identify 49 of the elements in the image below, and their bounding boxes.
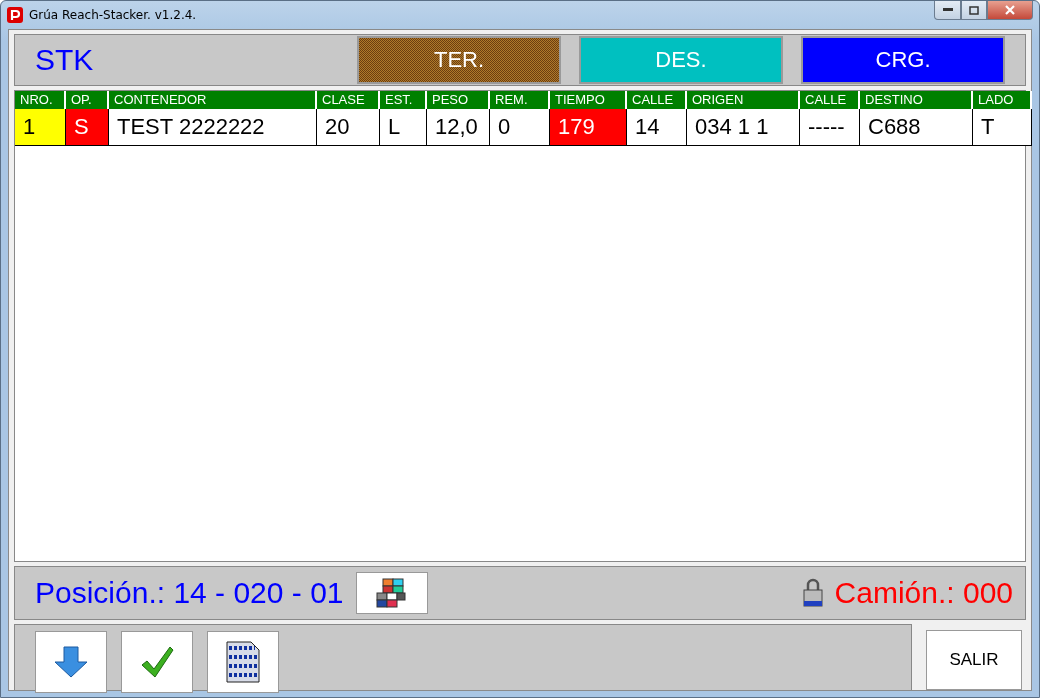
column-header: REM.: [490, 91, 550, 109]
column-header: ORIGEN: [687, 91, 800, 109]
mode-label: STK: [35, 43, 95, 77]
table-cell: 179: [550, 109, 627, 146]
table-cell: C688: [860, 109, 973, 146]
down-arrow-icon: [54, 646, 88, 678]
minimize-icon: [942, 8, 953, 12]
truck-label: Camión.: 000: [834, 576, 1013, 610]
maximize-icon: [969, 5, 979, 15]
table-cell: T: [973, 109, 1032, 146]
maximize-button[interactable]: [961, 1, 987, 20]
padlock-icon: [802, 578, 823, 608]
table-cell: -----: [800, 109, 860, 146]
table-cell: TEST 2222222: [109, 109, 317, 146]
column-header: DESTINO: [860, 91, 973, 109]
stack-button[interactable]: [355, 572, 428, 614]
table-cell: 20: [317, 109, 380, 146]
position-label: Posición.: 14 - 020 - 01: [35, 576, 344, 610]
minimize-button[interactable]: [934, 1, 961, 20]
document-button[interactable]: [207, 631, 279, 693]
checkmark-icon: [140, 645, 174, 679]
mode-button[interactable]: TER.: [357, 36, 561, 84]
column-header: TIEMPO: [550, 91, 627, 109]
exit-button[interactable]: SALIR: [926, 630, 1022, 690]
mode-button[interactable]: CRG.: [801, 36, 1005, 84]
app-icon: [7, 7, 23, 23]
column-header: OP.: [66, 91, 109, 109]
column-header: NRO.: [15, 91, 66, 109]
table-cell: S: [66, 109, 109, 146]
down-button[interactable]: [35, 631, 107, 693]
table-cell: 14: [627, 109, 687, 146]
window-title: Grúa Reach-Stacker. v1.2.4.: [29, 8, 198, 22]
table-cell: 12,0: [427, 109, 490, 146]
column-header: LADO: [973, 91, 1032, 109]
binary-document-icon: [223, 639, 263, 685]
column-header: CLASE: [317, 91, 380, 109]
column-header: CALLE: [627, 91, 687, 109]
table-cell: L: [380, 109, 427, 146]
confirm-button[interactable]: [121, 631, 193, 693]
table-cell: 1: [15, 109, 66, 146]
column-header: EST.: [380, 91, 427, 109]
blocks-icon: [374, 577, 409, 609]
column-header: CONTENEDOR: [109, 91, 317, 109]
table-cell: 034 1 1: [687, 109, 800, 146]
column-header: CALLE: [800, 91, 860, 109]
close-icon: [1005, 5, 1015, 15]
table-cell: 0: [490, 109, 550, 146]
column-header: PESO: [427, 91, 490, 109]
close-button[interactable]: [987, 1, 1033, 20]
